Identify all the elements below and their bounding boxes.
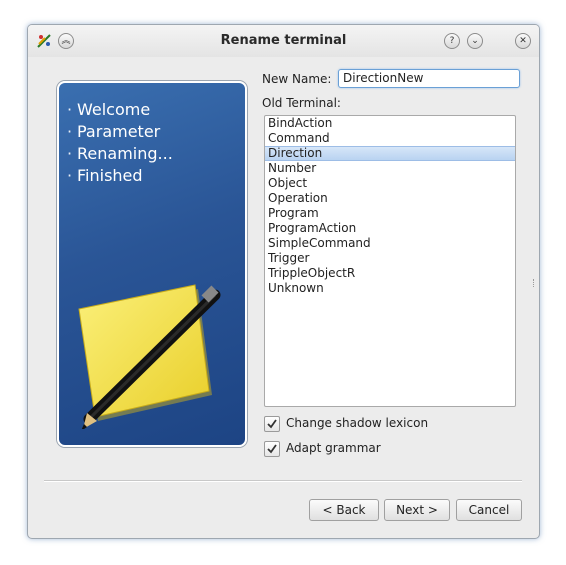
separator: [44, 480, 522, 482]
list-item[interactable]: Unknown: [265, 281, 515, 296]
question-icon: ?: [449, 36, 455, 46]
list-item[interactable]: Program: [265, 206, 515, 221]
cancel-button[interactable]: Cancel: [456, 499, 522, 521]
new-name-label: New Name:: [262, 72, 332, 86]
list-item-selected[interactable]: Direction: [265, 146, 515, 161]
old-terminal-list[interactable]: BindAction Command Direction Number Obje…: [264, 115, 516, 407]
back-button[interactable]: < Back: [309, 499, 379, 521]
list-item[interactable]: Command: [265, 131, 515, 146]
list-item[interactable]: Number: [265, 161, 515, 176]
wizard-sidebar: · Welcome · Parameter · Renaming... · Finish…: [57, 81, 247, 447]
wizard-step: · Parameter: [67, 122, 161, 141]
checkmark-icon: [267, 444, 277, 454]
list-item[interactable]: Operation: [265, 191, 515, 206]
new-name-input[interactable]: DirectionNew: [338, 69, 520, 88]
checkmark-icon: [267, 419, 277, 429]
wizard-steps: · Welcome · Parameter · Renaming... · Finish…: [59, 83, 245, 187]
checkbox-label: Change shadow lexicon: [286, 416, 429, 430]
checkbox-box[interactable]: [264, 416, 280, 432]
wizard-step: · Renaming...: [67, 144, 173, 163]
list-item[interactable]: BindAction: [265, 116, 515, 131]
checkbox-label: Adapt grammar: [286, 441, 381, 455]
title-bar[interactable]: ︽ Rename terminal ? ⌄ ✕: [28, 25, 539, 57]
list-item[interactable]: SimpleCommand: [265, 236, 515, 251]
minimize-button[interactable]: ⌄: [467, 33, 483, 49]
chevron-down-icon: ⌄: [471, 36, 479, 46]
checkbox-box[interactable]: [264, 441, 280, 457]
old-terminal-label: Old Terminal:: [262, 96, 341, 110]
wizard-step: · Finished: [67, 166, 143, 185]
window-title: Rename terminal: [220, 33, 347, 48]
sticky-note-pencil-icon: [78, 284, 221, 429]
list-item[interactable]: ProgramAction: [265, 221, 515, 236]
resize-grip[interactable]: [533, 279, 536, 287]
list-item[interactable]: Object: [265, 176, 515, 191]
rename-terminal-dialog: ︽ Rename terminal ? ⌄ ✕ · Welcome · Parame…: [27, 24, 540, 539]
next-button[interactable]: Next >: [384, 499, 450, 521]
wizard-step: · Welcome: [67, 100, 151, 119]
help-button[interactable]: ?: [444, 33, 460, 49]
close-button[interactable]: ✕: [515, 33, 531, 49]
close-icon: ✕: [519, 36, 527, 46]
list-item[interactable]: TrippleObjectR: [265, 266, 515, 281]
list-item[interactable]: Trigger: [265, 251, 515, 266]
